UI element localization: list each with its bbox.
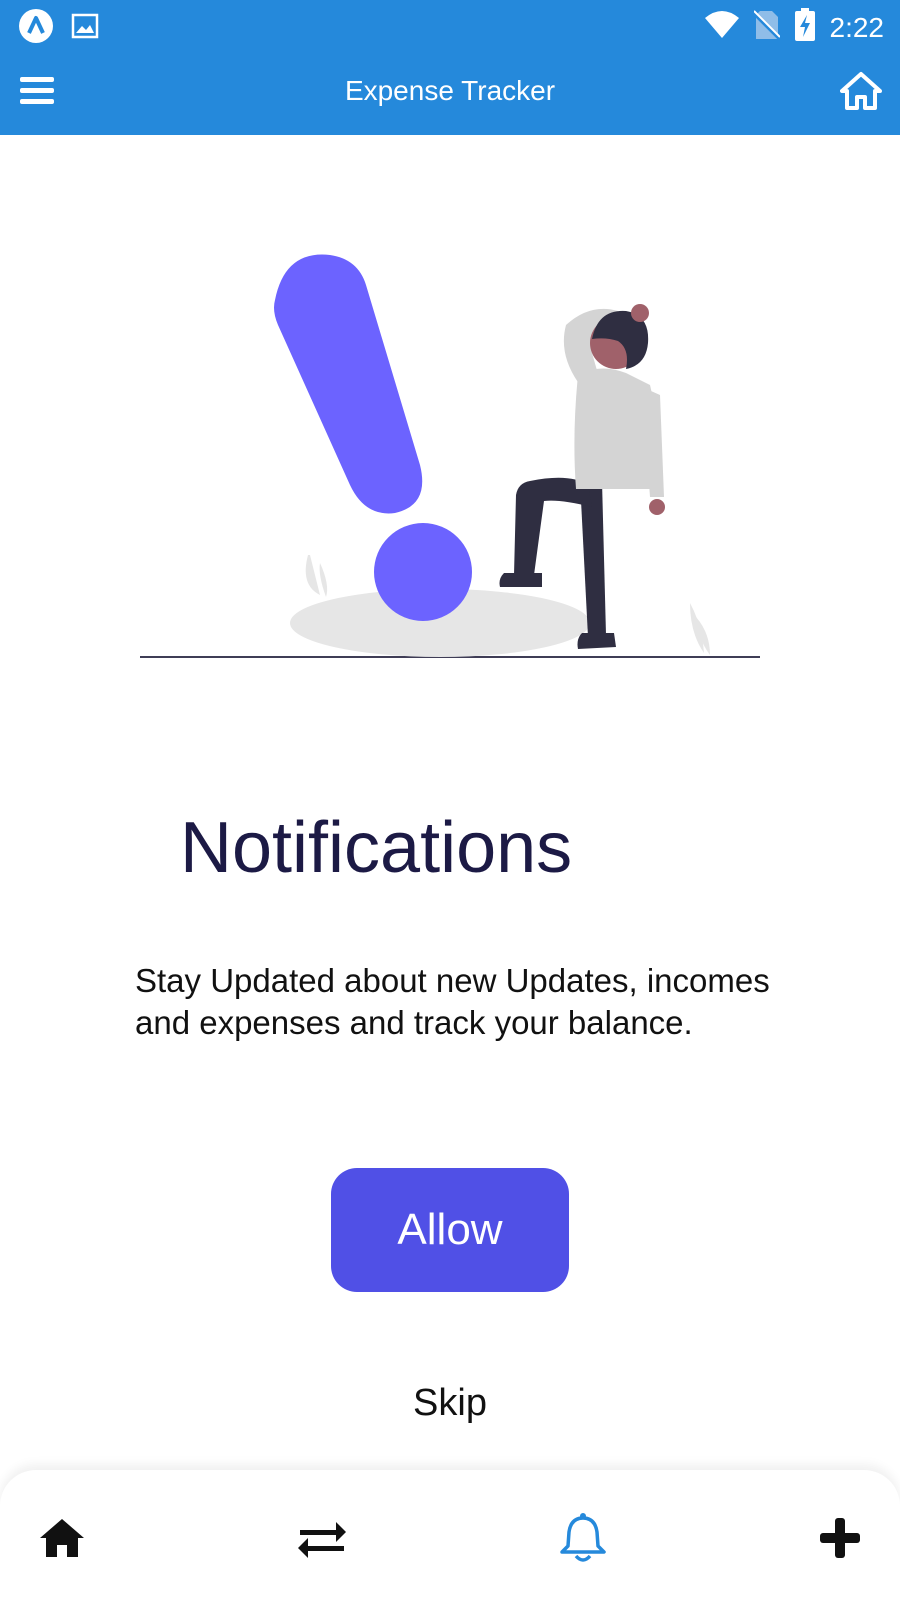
status-time: 2:22: [829, 11, 885, 43]
app-bar: Expense Tracker: [0, 56, 900, 126]
image-icon: [70, 11, 100, 46]
nav-transfer-arrows-icon[interactable]: [292, 1510, 352, 1566]
no-sim-icon: [752, 9, 781, 46]
onboarding-heading: Notifications: [180, 808, 573, 888]
app-header: 2:22 Expense Tracker: [0, 0, 900, 135]
notification-illustration: [130, 245, 770, 665]
status-left-icons: [18, 8, 100, 49]
app-title: Expense Tracker: [344, 75, 556, 106]
nav-home-icon[interactable]: [32, 1510, 92, 1566]
app-icon: [18, 8, 54, 49]
wifi-icon: [704, 10, 740, 45]
nav-bell-icon[interactable]: [553, 1510, 613, 1566]
bottom-navigation: [0, 1470, 900, 1600]
status-right-icons: 2:22: [704, 8, 885, 47]
home-icon[interactable]: [840, 71, 882, 111]
onboarding-description: Stay Updated about new Updates, incomes …: [135, 962, 770, 1041]
status-bar: 2:22: [0, 0, 900, 52]
battery-charging-icon: [794, 8, 816, 47]
skip-button[interactable]: Skip: [350, 1378, 550, 1428]
nav-plus-icon[interactable]: [810, 1510, 870, 1566]
hamburger-menu-icon[interactable]: [18, 72, 56, 110]
allow-button[interactable]: Allow: [331, 1168, 569, 1292]
